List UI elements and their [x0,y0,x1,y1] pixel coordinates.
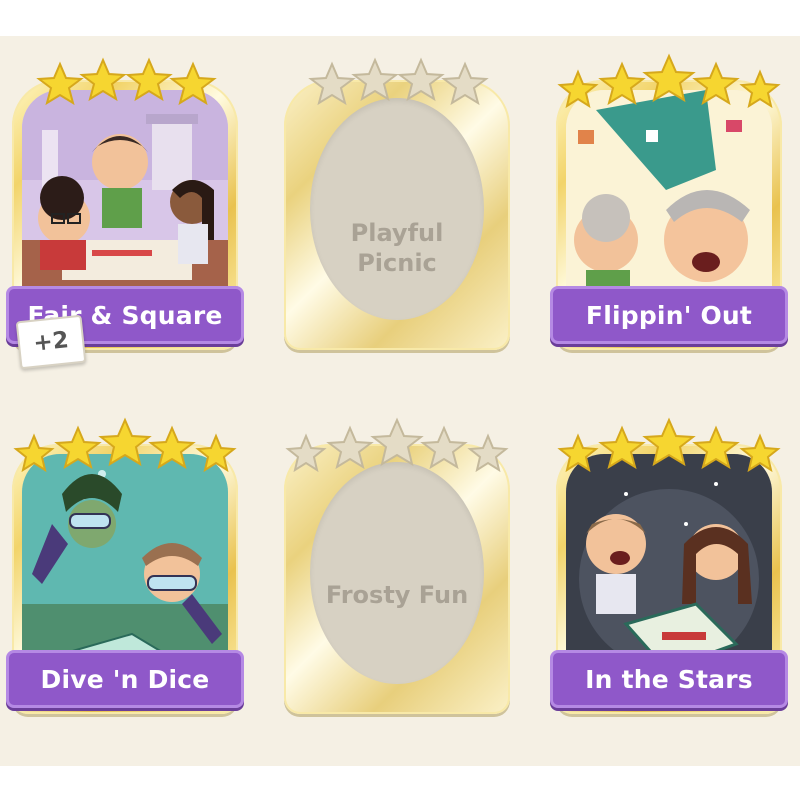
sticker-album-panel: Fair & Square +2 Playful Picnic Flippin'… [0,36,800,766]
star-rating [285,417,509,473]
card-frosty-fun[interactable]: Frosty Fun [284,414,510,714]
star-rating [557,417,781,473]
star-icon [557,417,781,473]
card-frame: In the Stars [550,444,788,714]
card-dive-n-dice[interactable]: Dive 'n Dice [6,414,244,714]
star-icon [308,57,489,106]
star-rating [36,57,217,106]
card-title: Playful Picnic [350,219,444,277]
plus-badge: +2 [15,314,87,370]
card-title: Dive 'n Dice [6,650,244,708]
locked-card-slot [310,98,484,320]
card-in-the-stars[interactable]: In the Stars [550,414,788,714]
card-flippin-out[interactable]: Flippin' Out [550,50,788,350]
star-rating [308,57,489,106]
star-icon [13,417,237,473]
star-icon [36,57,217,106]
star-rating [557,53,781,109]
card-frame: Fair & Square [6,80,244,350]
star-icon [557,53,781,109]
star-icon [285,417,509,473]
star-rating [13,417,237,473]
card-title: In the Stars [550,650,788,708]
card-title: Frosty Fun [325,581,469,609]
card-title: Flippin' Out [550,286,788,344]
card-fair-and-square[interactable]: Fair & Square +2 [6,50,244,370]
card-frame: Flippin' Out [550,80,788,350]
card-frame: Dive 'n Dice [6,444,244,714]
locked-card-slot [310,462,484,684]
card-playful-picnic[interactable]: Playful Picnic [284,50,510,350]
